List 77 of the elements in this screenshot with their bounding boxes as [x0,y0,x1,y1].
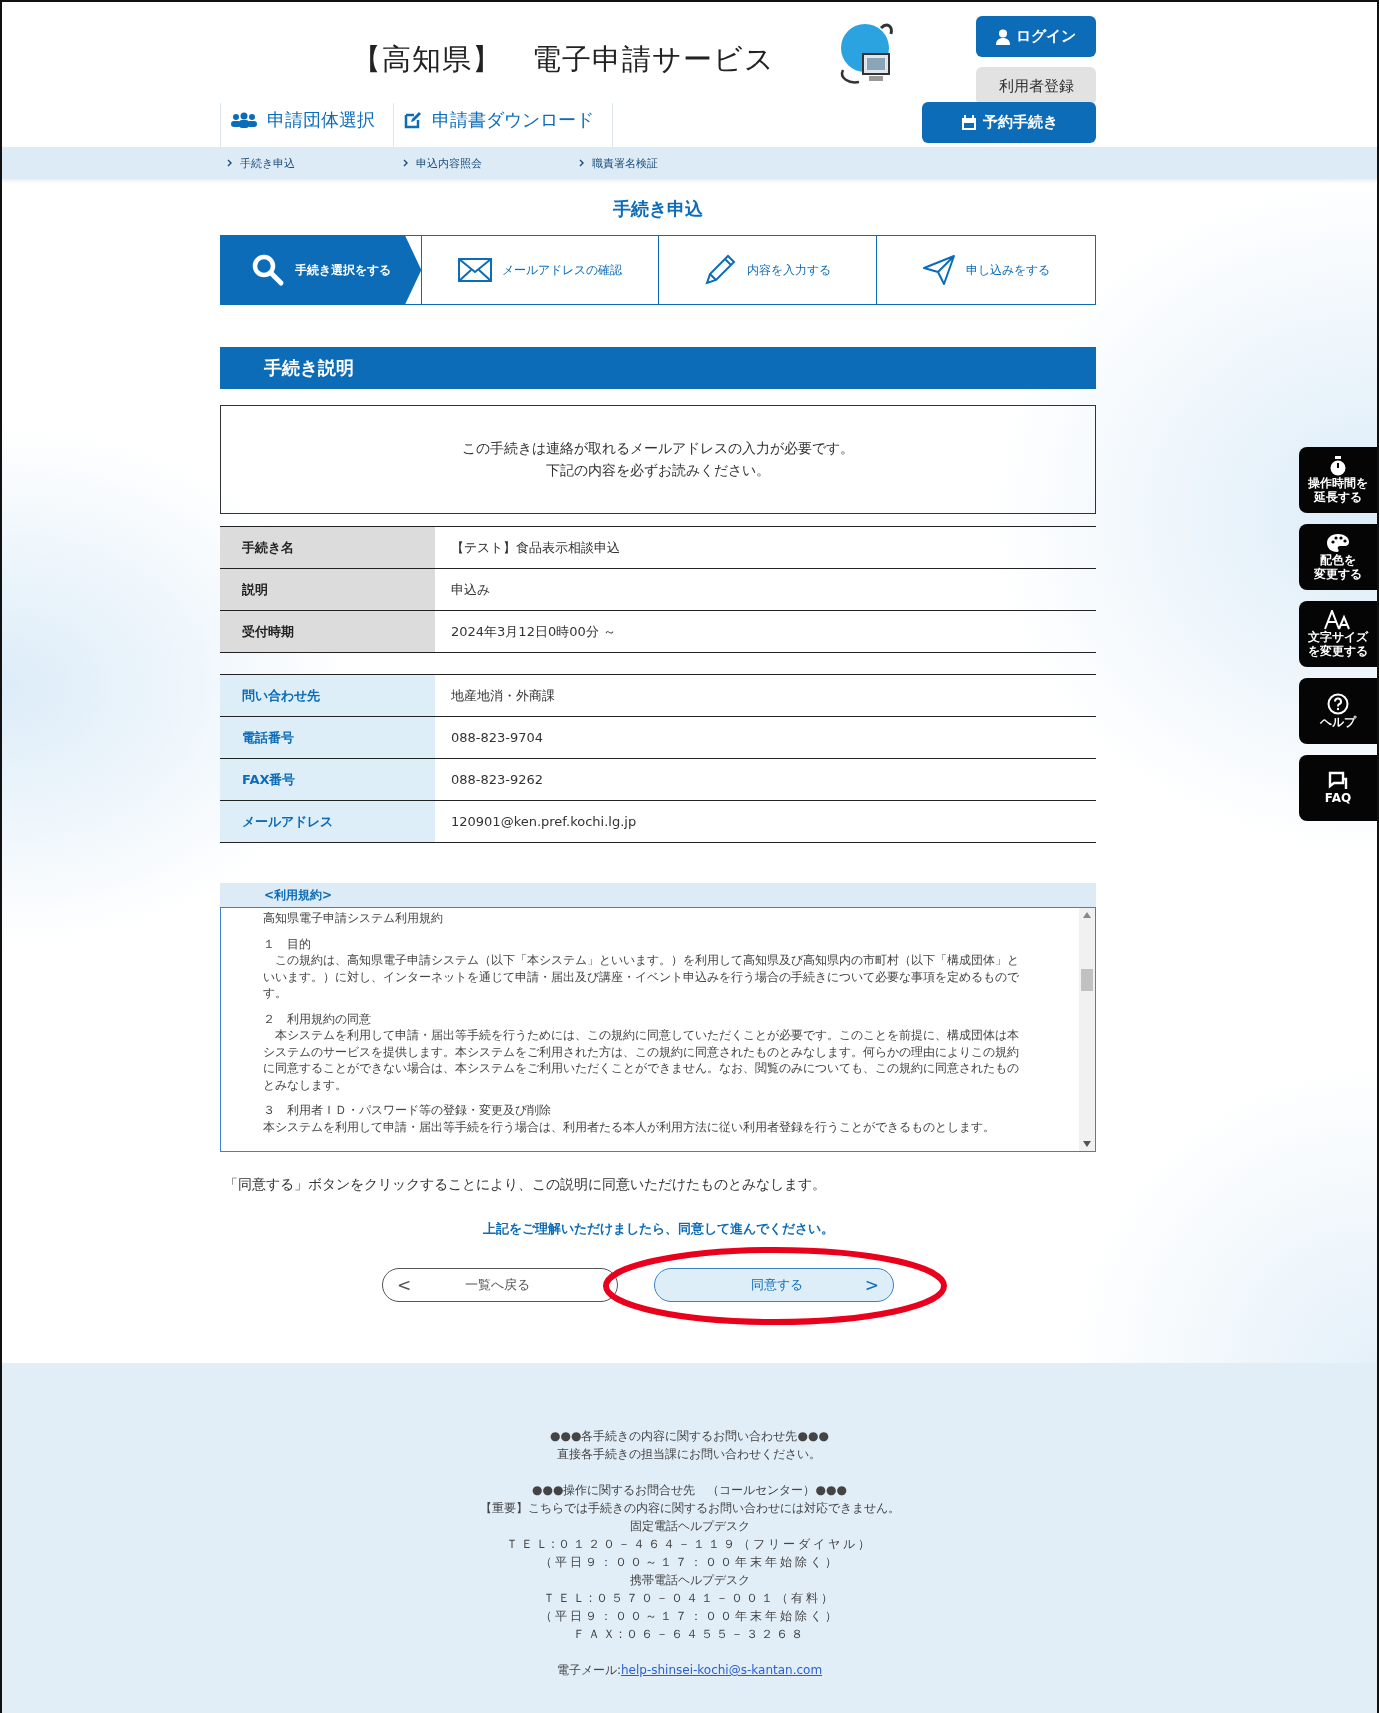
chevron-icon [227,158,232,167]
table-header-cell: 手続き名 [220,527,435,568]
login-button[interactable]: ログイン [976,16,1096,57]
side-tool-button[interactable]: ヘルプ [1299,678,1377,744]
side-tool-button[interactable]: 配色を 変更する [1299,524,1377,590]
terms-text: ２ 利用規約の同意 [263,1010,372,1027]
agree-button[interactable]: 同意する > [654,1268,894,1302]
back-to-list-button[interactable]: < 一覧へ戻る [382,1268,618,1302]
table-cell-text: 120901@ken.pref.kochi.lg.jp [450,813,638,831]
people-icon [231,112,257,128]
font-size-icon [1324,610,1352,630]
side-tool-button[interactable]: FAQ [1299,755,1377,821]
terms-text: 本システムを利用して申請・届出等手続を行う場合は、利用者たる本人が利用方法に従い利用者登録を行うことができるものとします。 [263,1118,996,1135]
terms-text: １ 目的 [263,935,312,952]
table-header-cell: メールアドレス [220,801,435,842]
register-button[interactable]: 利用者登録 [976,67,1096,105]
table-cell-text: 申込み [450,580,491,599]
user-icon [996,28,1010,45]
footer-text: （平日９：００～１７：００年末年始除く） [539,1554,840,1571]
calendar-icon [960,114,977,131]
footer-text: 直接各手続きの担当課にお問い合わせください。 [557,1446,822,1463]
reservation-button[interactable]: 予約手続き [922,102,1096,143]
table-cell-text: 088-823-9704 [450,729,545,747]
scrollbar[interactable] [1079,908,1095,1151]
help-icon [1327,693,1349,715]
search-icon [251,253,286,287]
breadcrumb-link[interactable]: 申込内容照会 [403,155,579,171]
footer-text: 電子メール: [556,1662,621,1679]
footer-text: ●●●操作に関するお問合せ先 （コールセンター）●●● [532,1482,847,1499]
table-header-cell: FAX番号 [220,759,435,800]
table-cell-text: 088-823-9262 [450,771,545,789]
footer-text: 【重要】こちらでは手続きの内容に関するお問い合わせには対応できません。 [479,1500,900,1517]
table-header-cell: 説明 [220,569,435,610]
terms-text: 高知県電子申請システム利用規約 [263,910,444,927]
side-tool-button[interactable]: 操作時間を 延長する [1299,447,1377,513]
section-heading: 手続き説明 [220,347,1096,389]
paper-plane-icon [922,254,957,286]
consent-note: 「同意する」ボタンをクリックすることにより、この説明に同意いただけたものとみなします。 [224,1176,827,1194]
table-cell-text: 【テスト】食品表示相談申込 [450,538,621,557]
table-header-cell: 電話番号 [220,717,435,758]
footer-text: 携帯電話ヘルプデスク [629,1572,750,1589]
site-title: 【高知県】 電子申請サービス [352,41,775,78]
footer-text: （平日９：００～１７：００年末年始除く） [539,1608,840,1625]
scroll-up-icon[interactable] [1083,912,1091,918]
chevron-icon [403,158,408,167]
page-title: 手続き申込 [612,197,704,221]
notice-text: この手続きは連絡が取れるメールアドレスの入力が必要です。 [462,439,854,458]
envelope-icon [457,258,492,282]
pencil-icon [703,253,738,287]
table-header-cell: 受付時期 [220,611,435,652]
breadcrumb-link[interactable]: 職責署名検証 [579,155,755,171]
footer-text: ＴＥＬ:０５７０－０４１－００１（有料） [543,1590,836,1607]
terms-text: この規約は、高知県電子申請システム（以下「本システム」といいます。）を利用して高知県及び高知県内の市町村（以下「構成団体」といいます。）に対し、インターネットを通じて申請・届出及び講座・イベント申込みを行う場合の手続きについて必要な事項を定めるものです。 [263,952,1020,1002]
breadcrumb-link[interactable]: 手続き申込 [227,155,403,171]
chat-icon [1328,771,1348,791]
email-link[interactable]: help-shinsei-kochi@s-kantan.com [620,1661,823,1679]
table-cell-text: 2024年3月12日0時00分 ～ [450,622,617,641]
footer-text: 固定電話ヘルプデスク [629,1518,750,1535]
footer-text: ●●●各手続きの内容に関するお問い合わせ先●●● [550,1428,829,1445]
footer-text: ＴＥＬ:０１２０－４６４－１１９（フリーダイヤル） [505,1536,873,1553]
terms-text-area[interactable] [220,907,1096,1152]
step-indicator: 手続き選択をする [221,236,422,304]
stopwatch-icon [1329,456,1347,476]
edit-document-icon [404,111,422,129]
agree-prompt: 上記をご理解いただけましたら、同意して進んでください。 [481,1220,835,1238]
terms-heading: <利用規約> [264,886,333,904]
scroll-thumb[interactable] [1081,968,1093,991]
table-header-cell: 問い合わせ先 [220,675,435,716]
table-cell-text: 地産地消・外商課 [450,686,556,705]
footer-text: ＦＡＸ:０６－６４５５－３２６８ [573,1626,806,1643]
palette-icon [1326,533,1350,553]
side-tool-button[interactable]: 文字サイズ を変更する [1299,601,1377,667]
scroll-down-icon[interactable] [1083,1141,1091,1147]
terms-text: ３ 利用者ＩＤ・パスワード等の登録・変更及び削除 [263,1102,552,1119]
chevron-icon [579,158,584,167]
notice-text: 下記の内容を必ずお読みください。 [546,461,770,480]
terms-text: 本システムを利用して申請・届出等手続を行うためには、この規約に同意していただくことが必要です。このことを前提に、構成団体は本システムのサービスを提供します。本システムをご利用された方は、この規約に同意されたものとみなします。何らかの理由によりこの規約に同意することができない場合は、本システムをご利用いただくことができません。なお、閲覧のみについても、この規約に同意されたものとみなします。 [263,1027,1020,1093]
